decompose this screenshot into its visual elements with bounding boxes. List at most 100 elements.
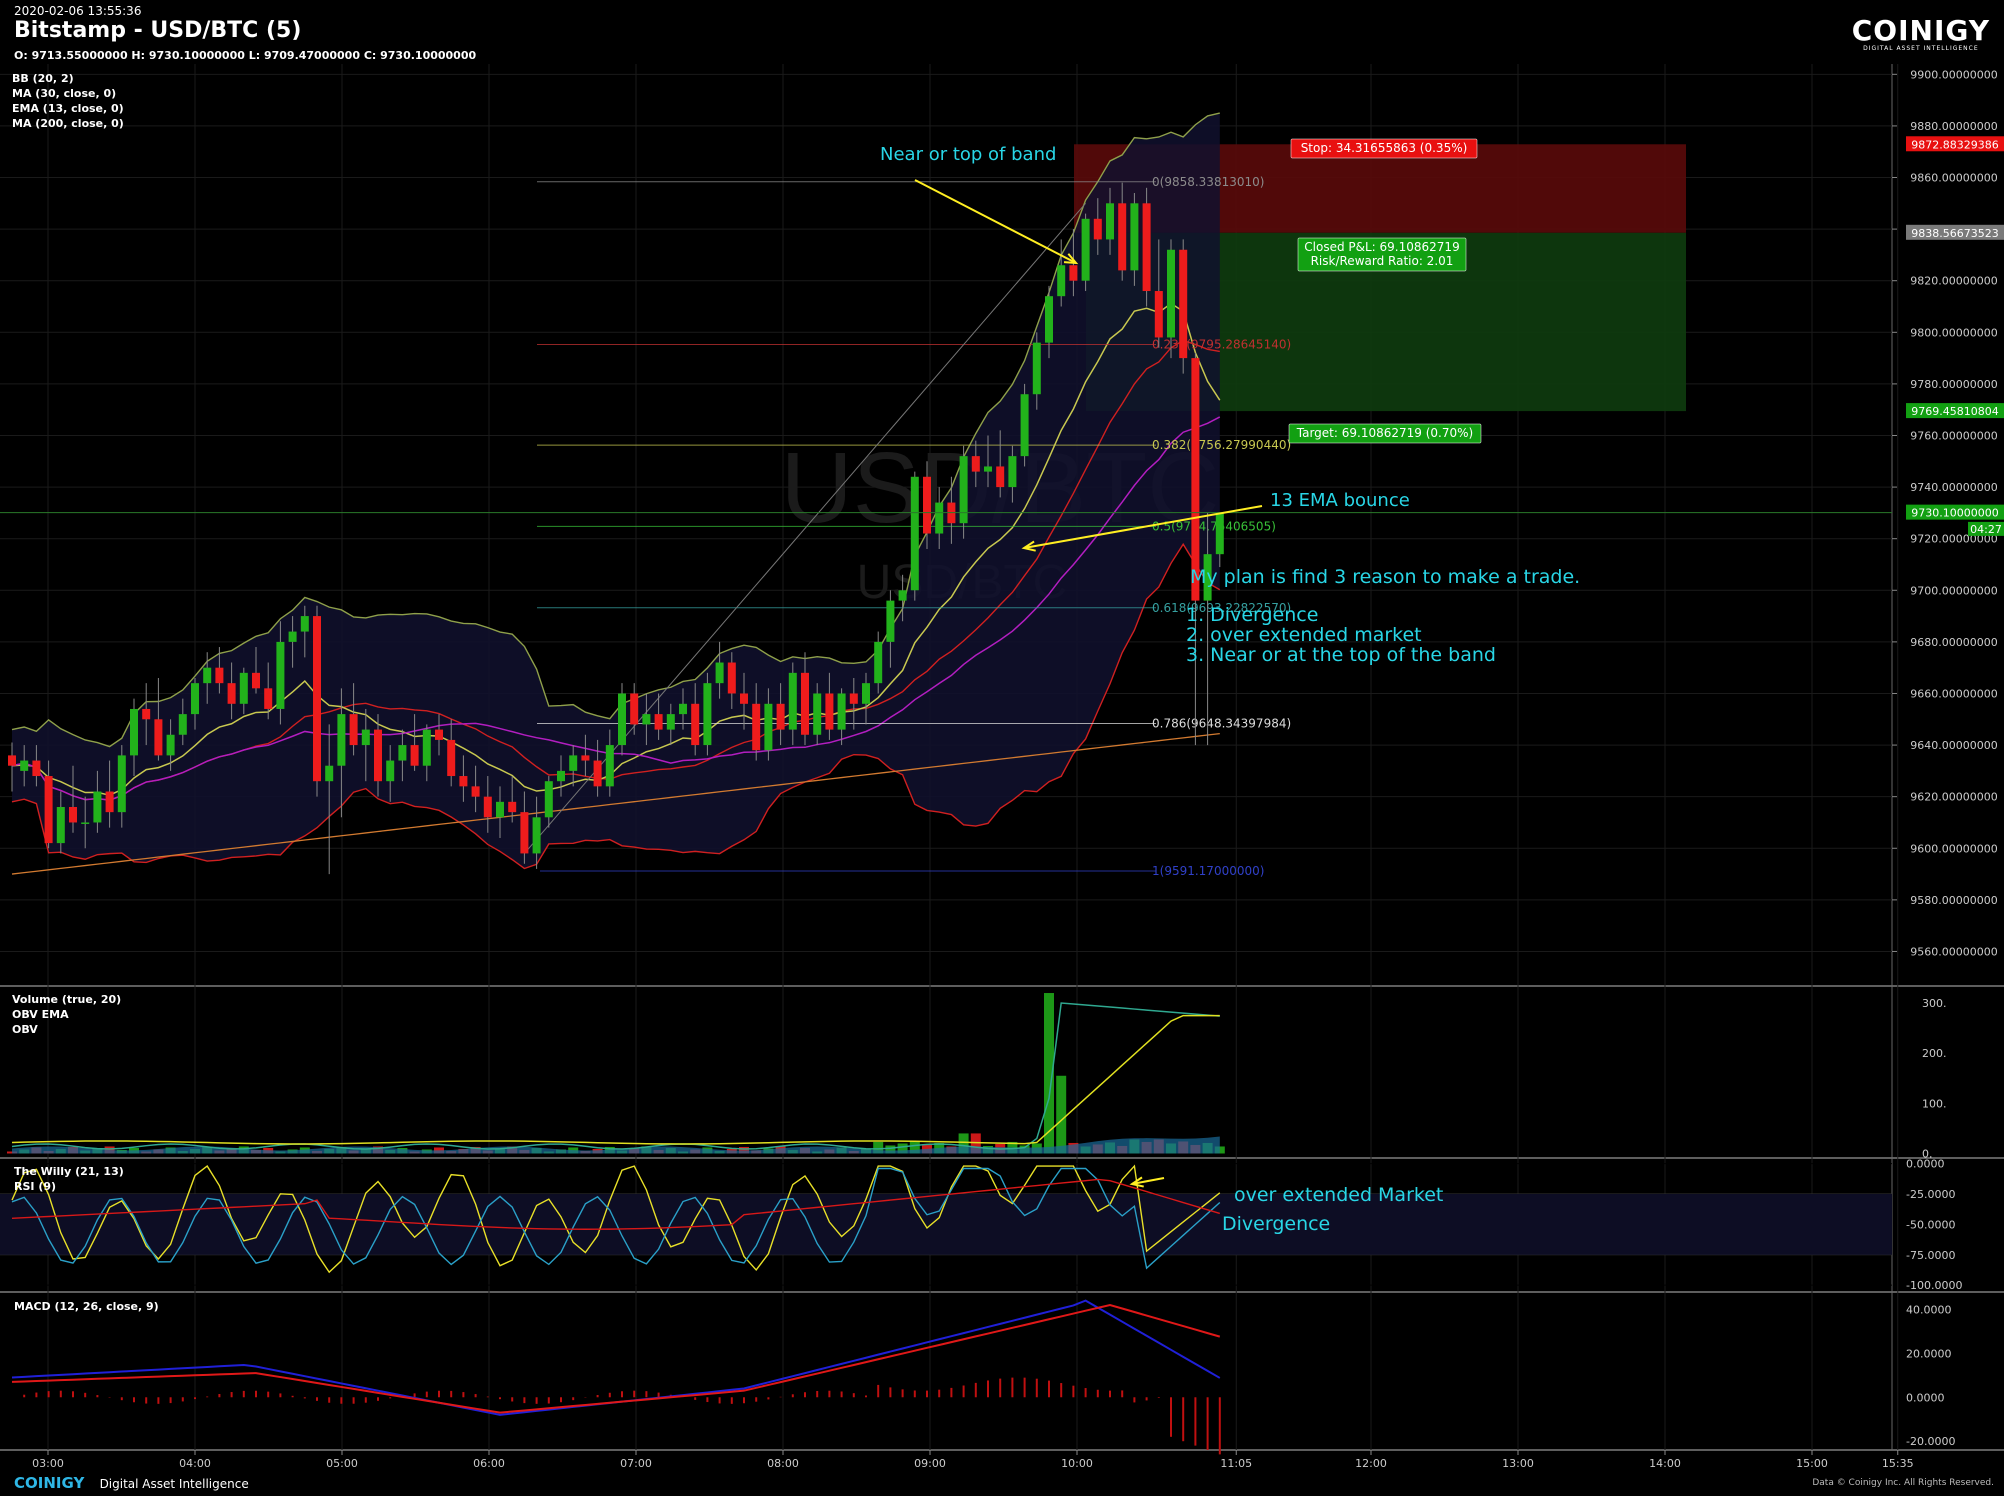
candle-body [508,801,517,813]
price-tick-10: 9700.00000000 [1910,584,1997,597]
candle-body [715,662,724,684]
price-tick-8: 9740.00000000 [1910,481,1997,494]
osc-tick-3: -75.0000 [1906,1249,1955,1262]
candle-body [337,714,346,766]
indicator-rsi[interactable]: RSI (9) [14,1179,124,1194]
candle-body [654,714,663,730]
candle-body [1069,265,1078,281]
price-tag-text-stop: 9872.88329386 [1911,138,1998,151]
candle-body [361,729,370,746]
indicator-ma30[interactable]: MA (30, close, 0) [12,86,124,101]
chart-canvas[interactable]: USD/BTCUSD/BTC0(9858.33813010)0.236(9795… [0,0,2004,1496]
countdown-text: 04:27 [1970,523,2002,536]
brand-logo-sub: DIGITAL ASSET INTELLIGENCE [1863,45,1979,52]
time-tick-2: 05:00 [326,1457,358,1470]
time-tick-13: 15:35 [1882,1457,1914,1470]
candle-body [581,755,590,761]
indicator-obv[interactable]: OBV [12,1022,121,1037]
candle-body [130,708,138,756]
macd-line [11,1299,1221,1416]
candle-body [642,714,651,725]
candle-body [1093,218,1102,240]
price-tick-11: 9680.00000000 [1910,636,1997,649]
candle-body [923,476,931,534]
candle-body [703,683,712,746]
footer-tagline: Digital Asset Intelligence [99,1477,249,1491]
candle-body [788,672,797,730]
annotation-1: 13 EMA bounce [1270,490,1410,511]
candle-body [874,641,883,684]
pnl-label-text-1: Risk/Reward Ratio: 2.01 [1311,254,1454,268]
time-tick-9: 12:00 [1355,1457,1387,1470]
price-tick-15: 9600.00000000 [1910,842,1997,855]
candle-body [349,714,358,746]
footer-logo-text: COINIGY [14,1474,85,1492]
candle-body [32,760,41,777]
stop-label-text-0: Stop: 34.31655863 (0.35%) [1301,141,1468,155]
candle-body [752,703,761,751]
time-tick-5: 08:00 [767,1457,799,1470]
candle-body [691,703,700,746]
indicator-bb[interactable]: BB (20, 2) [12,71,124,86]
header-timestamp: 2020-02-06 13:55:36 [14,4,142,18]
candle-body [1154,291,1163,338]
candle-body [569,755,578,771]
candle-body [276,641,285,709]
time-tick-11: 14:00 [1649,1457,1681,1470]
candle-body [862,683,870,704]
candle-body [1020,394,1029,457]
macd-indicator-list: MACD (12, 26, close, 9) [14,1300,159,1313]
fib-label-2: 0.382(9756.27990440) [1152,438,1291,452]
price-tag-text-last: 9730.10000000 [1911,507,1998,520]
candle-body [886,600,895,642]
annotation-0: Near or top of band [880,144,1056,165]
candle-body [849,693,858,704]
candle-body [898,590,907,601]
osc-tick-1: -25.0000 [1906,1188,1955,1201]
footer-logo: COINIGY Digital Asset Intelligence [14,1474,249,1492]
time-tick-10: 13:00 [1502,1457,1534,1470]
candle-body [56,806,65,844]
indicator-ma200[interactable]: MA (200, close, 0) [12,116,124,131]
fib-label-6: 1(9591.17000000) [1152,864,1264,878]
price-tick-17: 9560.00000000 [1910,945,1997,958]
indicator-obv-ema[interactable]: OBV EMA [12,1007,121,1022]
indicator-ema13[interactable]: EMA (13, close, 0) [12,101,124,116]
time-tick-0: 03:00 [32,1457,64,1470]
price-tick-1: 9880.00000000 [1910,120,1997,133]
volume-bar [1056,1075,1067,1154]
fib-label-1: 0.236(9795.28645140) [1152,337,1291,351]
candle-body [264,688,273,709]
candle-body [142,708,151,720]
candle-body [1215,512,1224,555]
candle-body [544,781,553,818]
candle-body [69,806,77,823]
candle-body [1118,203,1127,271]
candle-body [471,786,480,797]
price-tick-0: 9900.00000000 [1910,68,1997,81]
candle-body [93,791,102,823]
price-tick-2: 9860.00000000 [1910,172,1997,185]
macd-signal-line [11,1303,1221,1414]
candle-body [178,714,187,735]
candle-body [117,755,126,813]
ohlc-readout: O: 9713.55000000 H: 9730.10000000 L: 970… [14,49,477,62]
candle-body [1057,265,1066,297]
price-tick-13: 9640.00000000 [1910,739,1997,752]
candle-body [1032,342,1041,395]
candle-body [1130,203,1139,271]
candle-body [44,776,53,844]
candle-body [386,760,395,782]
fib-label-0: 0(9858.33813010) [1152,175,1264,189]
indicator-willy[interactable]: The Willy (21, 13) [14,1164,124,1179]
volume-tick-0: 300. [1922,997,1947,1010]
indicator-macd[interactable]: MACD (12, 26, close, 9) [14,1300,159,1313]
candle-body [801,672,809,735]
time-tick-7: 10:00 [1061,1457,1093,1470]
time-tick-8: 11:05 [1220,1457,1252,1470]
candle-body [374,729,382,782]
candle-body [215,667,224,684]
osc-band [0,1194,1892,1255]
indicator-volume[interactable]: Volume (true, 20) [12,992,121,1007]
candle-body [593,760,602,787]
